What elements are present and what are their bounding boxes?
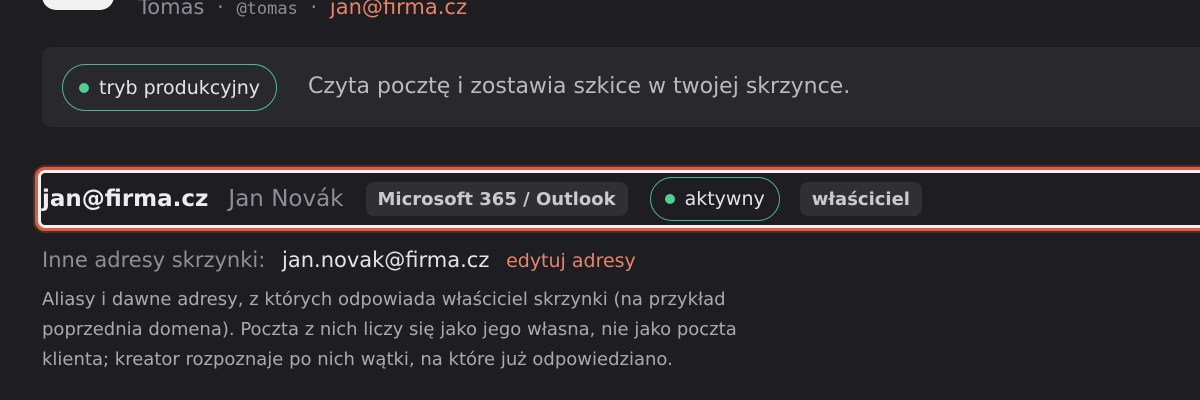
status-label: aktywny [684, 188, 765, 210]
account-handle: @tomas [236, 0, 298, 19]
mode-label: tryb produkcyjny [99, 76, 261, 99]
account-name: Tomas [138, 0, 205, 19]
other-addresses-value: jan.novak@firma.cz [282, 248, 490, 272]
other-addresses: Inne adresy skrzynki: jan.novak@firma.cz… [42, 244, 636, 276]
status-dot-icon [79, 82, 89, 93]
mode-banner: tryb produkcyjny Czyta pocztę i zostawia… [42, 47, 1200, 127]
separator: · [217, 0, 224, 19]
role-tag: właściciel [799, 182, 922, 216]
mailbox-row[interactable]: jan@firma.cz Jan Novák Microsoft 365 / O… [35, 167, 1200, 231]
edit-addresses-link[interactable]: edytuj adresy [506, 250, 636, 272]
status-badge: aktywny [649, 177, 780, 221]
provider-tag: Microsoft 365 / Outlook [365, 182, 628, 216]
mailbox-settings-page: Tomas · @tomas · jan@firma.cz tryb produ… [0, 0, 1200, 400]
account-email-link[interactable]: jan@firma.cz [330, 0, 467, 19]
status-dot-icon [664, 194, 675, 204]
production-mode-badge: tryb produkcyjny [62, 64, 278, 111]
mailbox-email: jan@firma.cz [42, 186, 209, 212]
mailbox-owner-name: Jan Novák [228, 186, 344, 212]
account-header: Tomas · @tomas · jan@firma.cz [138, 0, 467, 22]
other-addresses-label: Inne adresy skrzynki: [42, 248, 266, 272]
aliases-help-text: Aliasy i dawne adresy, z których odpowia… [42, 289, 737, 370]
avatar [42, 0, 114, 10]
separator: · [310, 0, 318, 19]
mode-description: Czyta pocztę i zostawia szkice w twojej … [308, 74, 851, 99]
